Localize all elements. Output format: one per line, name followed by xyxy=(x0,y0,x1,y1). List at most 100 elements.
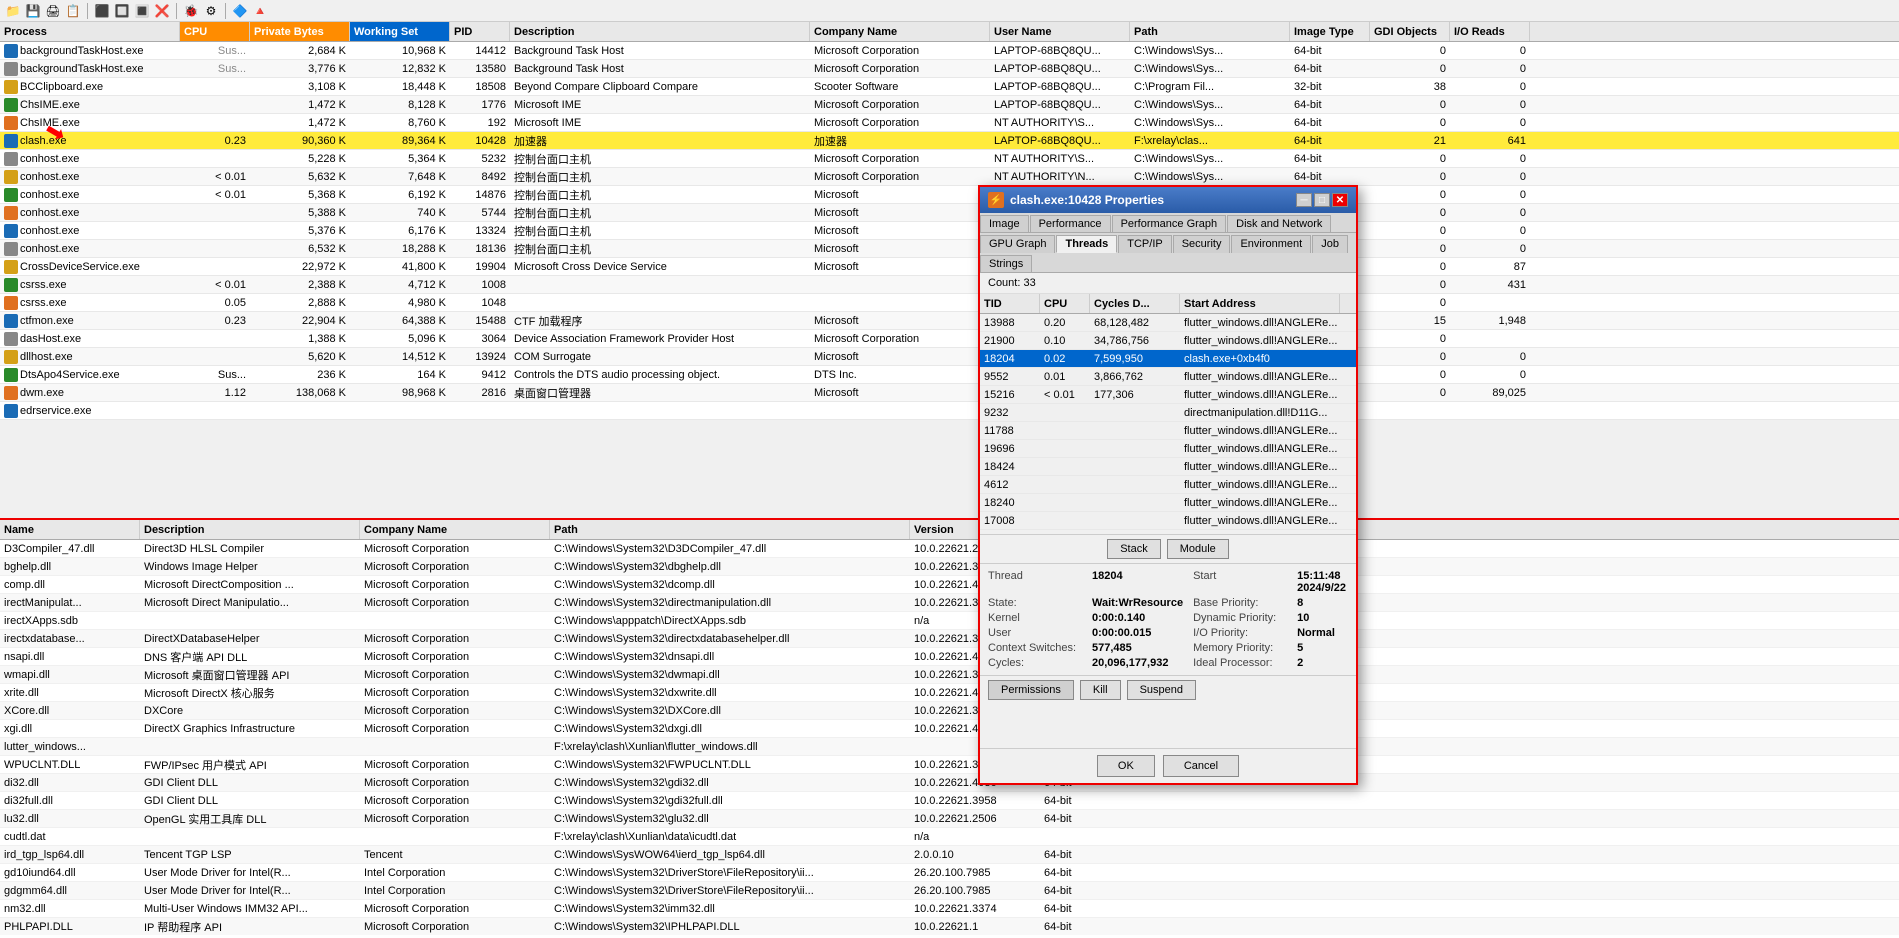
dll-row[interactable]: nm32.dll Multi-User Windows IMM32 API...… xyxy=(0,900,1899,918)
dll-row[interactable]: xgi.dll DirectX Graphics Infrastructure … xyxy=(0,720,1899,738)
dialog-tab-tcp/ip[interactable]: TCP/IP xyxy=(1118,235,1171,253)
module-button[interactable]: Module xyxy=(1167,539,1229,559)
dll-row[interactable]: gdgmm64.dll User Mode Driver for Intel(R… xyxy=(0,882,1899,900)
col-path[interactable]: Path xyxy=(1130,22,1290,41)
process-row[interactable]: dasHost.exe 1,388 K 5,096 K 3064 Device … xyxy=(0,330,1899,348)
process-row[interactable]: dwm.exe 1.12 138,068 K 98,968 K 2816 桌面窗… xyxy=(0,384,1899,402)
toolbar-icon-3[interactable]: 🖨 xyxy=(44,2,62,20)
dll-col-name[interactable]: Name xyxy=(0,520,140,539)
col-working-set[interactable]: Working Set xyxy=(350,22,450,41)
toolbar-icon-8[interactable]: ❌ xyxy=(153,2,171,20)
th-col-tid[interactable]: TID xyxy=(980,294,1040,313)
dll-col-path[interactable]: Path xyxy=(550,520,910,539)
thread-row[interactable]: 18424 flutter_windows.dll!ANGLERe... xyxy=(980,458,1356,476)
col-private-bytes[interactable]: Private Bytes xyxy=(250,22,350,41)
process-row[interactable]: CrossDeviceService.exe 22,972 K 41,800 K… xyxy=(0,258,1899,276)
process-row[interactable]: conhost.exe 5,388 K 740 K 5744 控制台面口主机 M… xyxy=(0,204,1899,222)
process-row[interactable]: conhost.exe 5,376 K 6,176 K 13324 控制台面口主… xyxy=(0,222,1899,240)
dll-row[interactable]: D3Compiler_47.dll Direct3D HLSL Compiler… xyxy=(0,540,1899,558)
thread-list[interactable]: 13988 0.20 68,128,482 flutter_windows.dl… xyxy=(980,314,1356,534)
dialog-tab-security[interactable]: Security xyxy=(1173,235,1231,253)
dll-row[interactable]: xrite.dll Microsoft DirectX 核心服务 Microso… xyxy=(0,684,1899,702)
suspend-button[interactable]: Suspend xyxy=(1127,680,1196,700)
thread-row[interactable]: 9232 directmanipulation.dll!D11G... xyxy=(980,404,1356,422)
process-row[interactable]: conhost.exe 5,228 K 5,364 K 5232 控制台面口主机… xyxy=(0,150,1899,168)
ok-button[interactable]: OK xyxy=(1097,755,1155,777)
dialog-restore-btn[interactable]: □ xyxy=(1314,193,1330,207)
col-io[interactable]: I/O Reads xyxy=(1450,22,1530,41)
dialog-close-btn[interactable]: ✕ xyxy=(1332,193,1348,207)
process-row[interactable]: dllhost.exe 5,620 K 14,512 K 13924 COM S… xyxy=(0,348,1899,366)
dll-row[interactable]: ird_tgp_lsp64.dll Tencent TGP LSP Tencen… xyxy=(0,846,1899,864)
col-image-type[interactable]: Image Type xyxy=(1290,22,1370,41)
thread-row[interactable]: 18240 flutter_windows.dll!ANGLERe... xyxy=(980,494,1356,512)
dll-row[interactable]: irectXApps.sdb C:\Windows\apppatch\Direc… xyxy=(0,612,1899,630)
thread-row[interactable]: 18204 0.02 7,599,950 clash.exe+0xb4f0 xyxy=(980,350,1356,368)
col-process[interactable]: Process xyxy=(0,22,180,41)
dialog-tab-job[interactable]: Job xyxy=(1312,235,1348,253)
process-row[interactable]: ChsIME.exe 1,472 K 8,760 K 192 Microsoft… xyxy=(0,114,1899,132)
thread-row[interactable]: 15216 < 0.01 177,306 flutter_windows.dll… xyxy=(980,386,1356,404)
dll-col-desc[interactable]: Description xyxy=(140,520,360,539)
dll-row[interactable]: di32.dll GDI Client DLL Microsoft Corpor… xyxy=(0,774,1899,792)
dll-row[interactable]: bghelp.dll Windows Image Helper Microsof… xyxy=(0,558,1899,576)
process-row[interactable]: backgroundTaskHost.exe Sus... 3,776 K 12… xyxy=(0,60,1899,78)
process-row[interactable]: conhost.exe 6,532 K 18,288 K 18136 控制台面口… xyxy=(0,240,1899,258)
toolbar-icon-6[interactable]: 🔲 xyxy=(113,2,131,20)
toolbar-icon-4[interactable]: 📋 xyxy=(64,2,82,20)
th-col-cycles[interactable]: Cycles D... xyxy=(1090,294,1180,313)
thread-row[interactable]: 9552 0.01 3,866,762 flutter_windows.dll!… xyxy=(980,368,1356,386)
dll-row[interactable]: WPUCLNT.DLL FWP/IPsec 用户模式 API Microsoft… xyxy=(0,756,1899,774)
dialog-tab-gpu-graph[interactable]: GPU Graph xyxy=(980,235,1055,253)
toolbar-icon-2[interactable]: 💾 xyxy=(24,2,42,20)
col-gdi[interactable]: GDI Objects xyxy=(1370,22,1450,41)
process-row[interactable]: BCClipboard.exe 3,108 K 18,448 K 18508 B… xyxy=(0,78,1899,96)
toolbar-icon-12[interactable]: 🔺 xyxy=(251,2,269,20)
thread-row[interactable]: 13988 0.20 68,128,482 flutter_windows.dl… xyxy=(980,314,1356,332)
thread-row[interactable]: 21900 0.10 34,786,756 flutter_windows.dl… xyxy=(980,332,1356,350)
col-pid[interactable]: PID xyxy=(450,22,510,41)
dialog-tab-strings[interactable]: Strings xyxy=(980,255,1032,272)
process-row[interactable]: csrss.exe < 0.01 2,388 K 4,712 K 1008 0 … xyxy=(0,276,1899,294)
dialog-tab-threads[interactable]: Threads xyxy=(1056,235,1117,253)
dialog-minimize-btn[interactable]: ─ xyxy=(1296,193,1312,207)
dll-row[interactable]: gd10iund64.dll User Mode Driver for Inte… xyxy=(0,864,1899,882)
toolbar-icon-7[interactable]: 🔳 xyxy=(133,2,151,20)
toolbar-icon-9[interactable]: 🐞 xyxy=(182,2,200,20)
dialog-tab-environment[interactable]: Environment xyxy=(1231,235,1311,253)
dll-col-company[interactable]: Company Name xyxy=(360,520,550,539)
process-row[interactable]: edrservice.exe xyxy=(0,402,1899,420)
thread-row[interactable]: 4612 flutter_windows.dll!ANGLERe... xyxy=(980,476,1356,494)
process-row[interactable]: ctfmon.exe 0.23 22,904 K 64,388 K 15488 … xyxy=(0,312,1899,330)
dll-row[interactable]: lu32.dll OpenGL 实用工具库 DLL Microsoft Corp… xyxy=(0,810,1899,828)
process-list[interactable]: backgroundTaskHost.exe Sus... 2,684 K 10… xyxy=(0,42,1899,422)
col-user[interactable]: User Name xyxy=(990,22,1130,41)
toolbar-icon-5[interactable]: ⬛ xyxy=(93,2,111,20)
process-row[interactable]: conhost.exe < 0.01 5,632 K 7,648 K 8492 … xyxy=(0,168,1899,186)
dll-row[interactable]: irectxdatabase... DirectXDatabaseHelper … xyxy=(0,630,1899,648)
process-row[interactable]: clash.exe 0.23 90,360 K 89,364 K 10428 加… xyxy=(0,132,1899,150)
dll-row[interactable]: XCore.dll DXCore Microsoft Corporation C… xyxy=(0,702,1899,720)
permissions-button[interactable]: Permissions xyxy=(988,680,1074,700)
dialog-tab-disk-and-network[interactable]: Disk and Network xyxy=(1227,215,1331,232)
stack-button[interactable]: Stack xyxy=(1107,539,1161,559)
process-row[interactable]: DtsApo4Service.exe Sus... 236 K 164 K 94… xyxy=(0,366,1899,384)
th-col-addr[interactable]: Start Address xyxy=(1180,294,1340,313)
process-row[interactable]: csrss.exe 0.05 2,888 K 4,980 K 1048 0 xyxy=(0,294,1899,312)
dll-row[interactable]: nsapi.dll DNS 客户端 API DLL Microsoft Corp… xyxy=(0,648,1899,666)
dll-row[interactable]: di32full.dll GDI Client DLL Microsoft Co… xyxy=(0,792,1899,810)
dll-row[interactable]: cudtl.dat F:\xrelay\clash\Xunlian\data\i… xyxy=(0,828,1899,846)
thread-row[interactable]: 11788 flutter_windows.dll!ANGLERe... xyxy=(980,422,1356,440)
dll-row[interactable]: irectManipulat... Microsoft Direct Manip… xyxy=(0,594,1899,612)
dll-row[interactable]: comp.dll Microsoft DirectComposition ...… xyxy=(0,576,1899,594)
dialog-tab-image[interactable]: Image xyxy=(980,215,1029,232)
process-row[interactable]: ChsIME.exe 1,472 K 8,128 K 1776 Microsof… xyxy=(0,96,1899,114)
process-row[interactable]: conhost.exe < 0.01 5,368 K 6,192 K 14876… xyxy=(0,186,1899,204)
dll-row[interactable]: wmapi.dll Microsoft 桌面窗口管理器 API Microsof… xyxy=(0,666,1899,684)
thread-row[interactable]: 19696 flutter_windows.dll!ANGLERe... xyxy=(980,440,1356,458)
process-row[interactable]: backgroundTaskHost.exe Sus... 2,684 K 10… xyxy=(0,42,1899,60)
dll-list[interactable]: D3Compiler_47.dll Direct3D HLSL Compiler… xyxy=(0,540,1899,935)
dll-row[interactable]: PHLPAPI.DLL IP 帮助程序 API Microsoft Corpor… xyxy=(0,918,1899,935)
col-company[interactable]: Company Name xyxy=(810,22,990,41)
dialog-tab-performance-graph[interactable]: Performance Graph xyxy=(1112,215,1227,232)
